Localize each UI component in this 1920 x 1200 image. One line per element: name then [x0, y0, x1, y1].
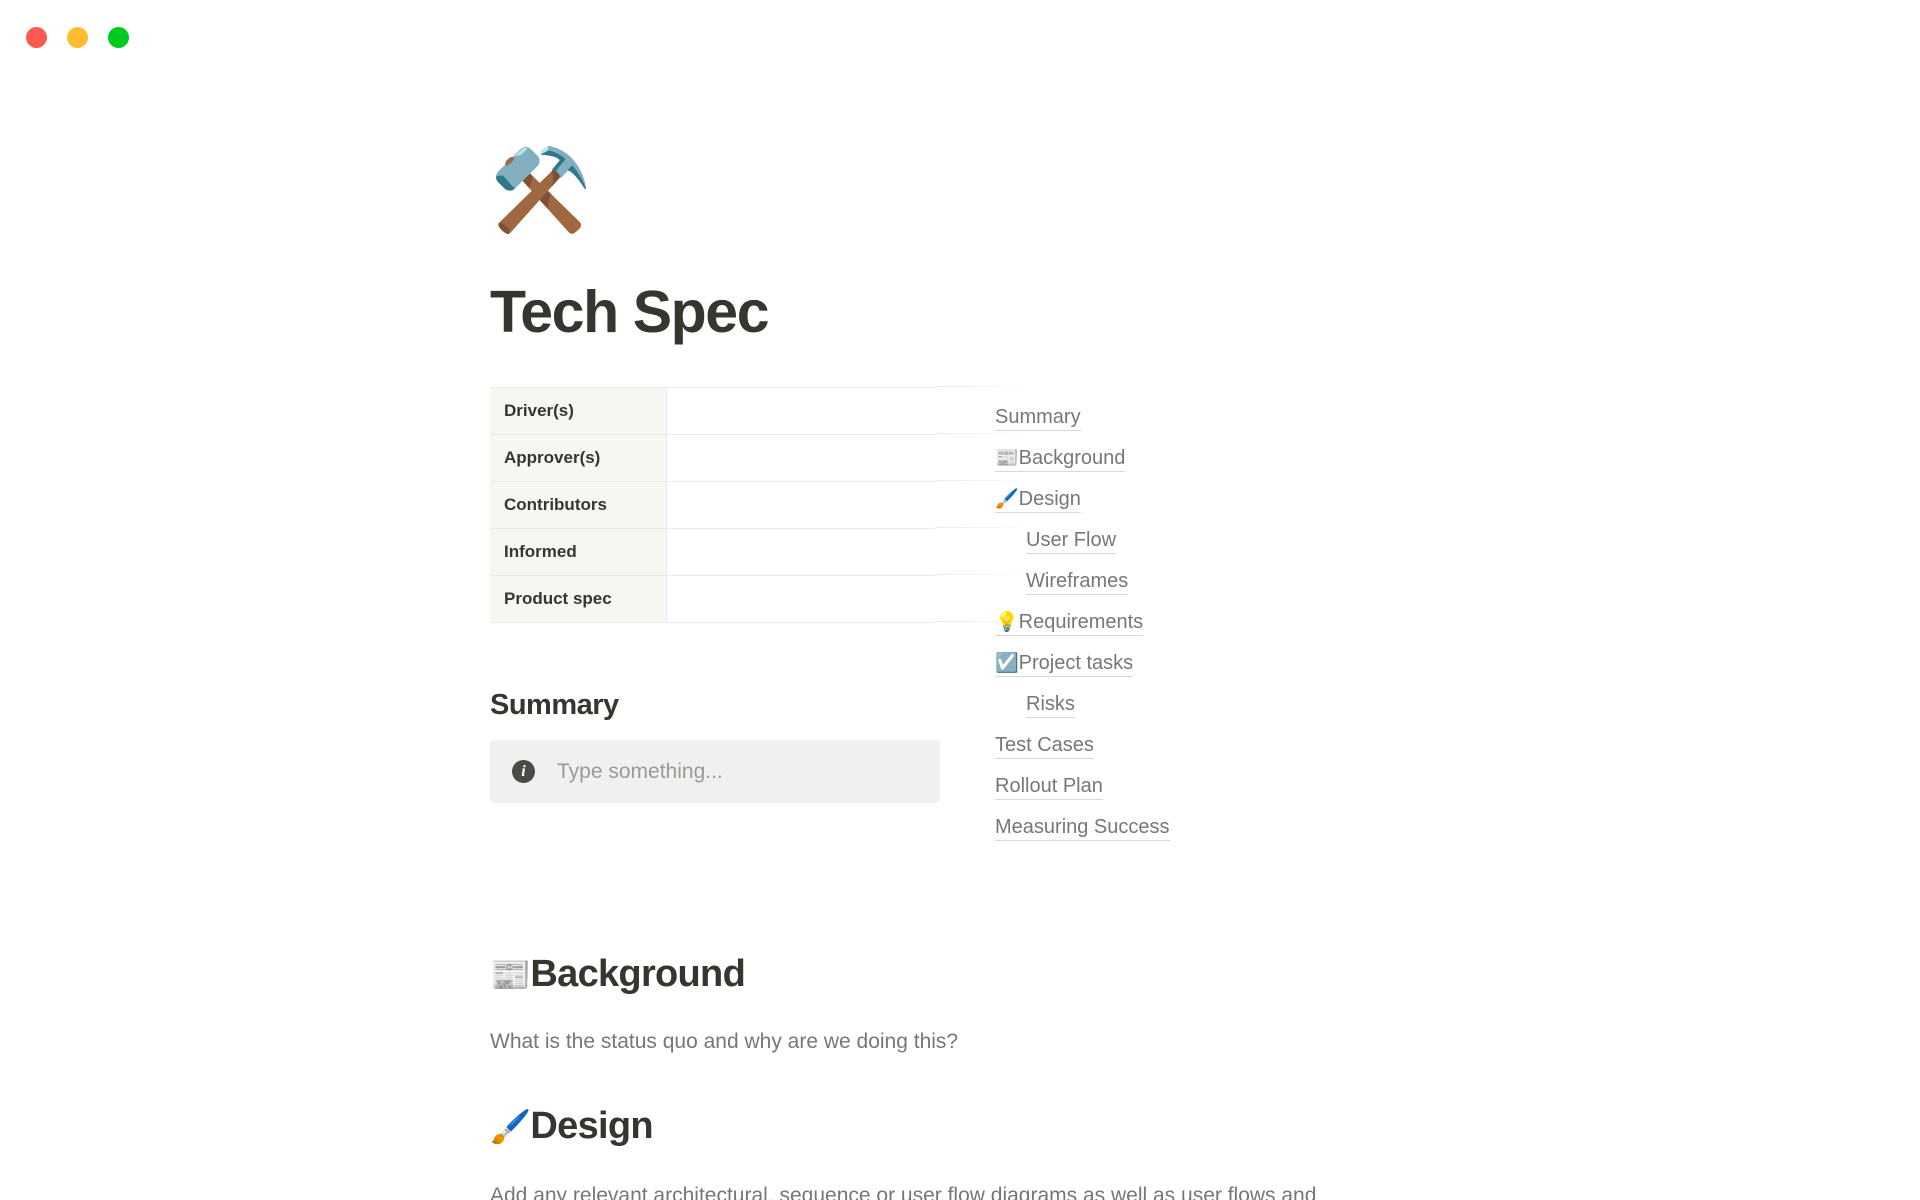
summary-section: Summary i Type something...: [490, 687, 940, 804]
table-row[interactable]: Contributors: [490, 481, 935, 529]
table-value-cell[interactable]: [666, 434, 935, 482]
table-value-cell[interactable]: [666, 528, 935, 576]
close-window-button[interactable]: [26, 27, 47, 48]
toc-item-label: Wireframes: [1026, 569, 1129, 592]
toc-item-project-tasks[interactable]: ☑️Project tasks: [995, 643, 1475, 684]
summary-input-placeholder[interactable]: Type something...: [557, 760, 723, 784]
document-body: ⚒️ Tech Spec Driver(s) Approver(s) Contr…: [490, 150, 1770, 841]
paintbrush-icon: 🖌️: [995, 488, 1019, 510]
document-canvas[interactable]: ⚒️ Tech Spec Driver(s) Approver(s) Contr…: [0, 74, 1920, 1200]
table-of-contents: Summary 📰Background 🖌️Design User Flow W…: [995, 397, 1475, 848]
toc-item-wireframes[interactable]: Wireframes: [995, 561, 1475, 602]
toc-item-label: Requirements: [1018, 610, 1144, 633]
background-heading[interactable]: 📰 Background: [490, 952, 1770, 998]
background-heading-label: Background: [530, 953, 746, 995]
background-section: 📰 Background What is the status quo and w…: [490, 952, 1770, 1057]
paintbrush-icon: 🖌️: [490, 1108, 531, 1145]
minimize-window-button[interactable]: [67, 27, 88, 48]
toc-item-label: Project tasks: [1018, 651, 1134, 674]
background-description[interactable]: What is the status quo and why are we do…: [490, 1026, 1770, 1058]
toc-item-background[interactable]: 📰Background: [995, 438, 1475, 479]
design-section: 🖌️ Design Add any relevant architectural,…: [490, 1104, 1670, 1200]
table-row[interactable]: Product spec: [490, 575, 935, 623]
toc-item-test-cases[interactable]: Test Cases: [995, 725, 1475, 766]
info-icon: i: [512, 760, 535, 784]
table-key-cell[interactable]: Approver(s): [490, 434, 667, 482]
toc-item-risks[interactable]: Risks: [995, 684, 1475, 725]
toc-item-label: User Flow: [1026, 528, 1117, 551]
window-title-bar: [0, 0, 1920, 74]
toc-item-label: Measuring Success: [995, 815, 1170, 838]
toc-item-requirements[interactable]: 💡Requirements: [995, 602, 1475, 643]
table-value-cell[interactable]: [666, 481, 935, 529]
table-key-cell[interactable]: Driver(s): [490, 386, 667, 435]
toc-item-label: Rollout Plan: [995, 774, 1103, 797]
crossed-hammers-icon[interactable]: ⚒️: [490, 150, 1770, 258]
toc-item-measuring-success[interactable]: Measuring Success: [995, 807, 1475, 848]
lightbulb-icon: 💡: [995, 611, 1019, 633]
table-row[interactable]: Driver(s): [490, 386, 935, 435]
metadata-and-toc-region: Driver(s) Approver(s) Contributors Infor…: [490, 385, 1770, 841]
toc-item-label: Risks: [1026, 692, 1075, 715]
newspaper-icon: 📰: [490, 956, 531, 993]
table-key-cell[interactable]: Informed: [490, 528, 667, 576]
table-row[interactable]: Informed: [490, 528, 935, 576]
summary-callout[interactable]: i Type something...: [490, 740, 940, 804]
toc-item-rollout-plan[interactable]: Rollout Plan: [995, 766, 1475, 807]
maximize-window-button[interactable]: [108, 27, 129, 48]
table-row[interactable]: Approver(s): [490, 434, 935, 482]
toc-item-summary[interactable]: Summary: [995, 397, 1475, 438]
design-heading[interactable]: 🖌️ Design: [490, 1104, 1670, 1150]
page-title[interactable]: Tech Spec: [490, 280, 1770, 345]
design-heading-label: Design: [530, 1105, 653, 1147]
toc-item-label: Design: [1018, 487, 1081, 510]
table-value-cell[interactable]: [666, 575, 935, 623]
toc-item-user-flow[interactable]: User Flow: [995, 520, 1475, 561]
checkbox-checked-icon: ☑️: [995, 652, 1019, 674]
toc-item-label: Background: [1018, 446, 1126, 469]
table-key-cell[interactable]: Product spec: [490, 575, 667, 623]
traffic-light-group: [26, 27, 129, 48]
toc-item-label: Test Cases: [995, 733, 1094, 756]
design-description[interactable]: Add any relevant architectural, sequence…: [490, 1180, 1670, 1200]
newspaper-icon: 📰: [995, 447, 1019, 469]
table-value-cell[interactable]: [666, 386, 935, 435]
toc-item-label: Summary: [995, 405, 1081, 428]
table-key-cell[interactable]: Contributors: [490, 481, 667, 529]
summary-heading[interactable]: Summary: [490, 687, 940, 723]
toc-item-design[interactable]: 🖌️Design: [995, 479, 1475, 520]
metadata-table[interactable]: Driver(s) Approver(s) Contributors Infor…: [490, 386, 935, 623]
